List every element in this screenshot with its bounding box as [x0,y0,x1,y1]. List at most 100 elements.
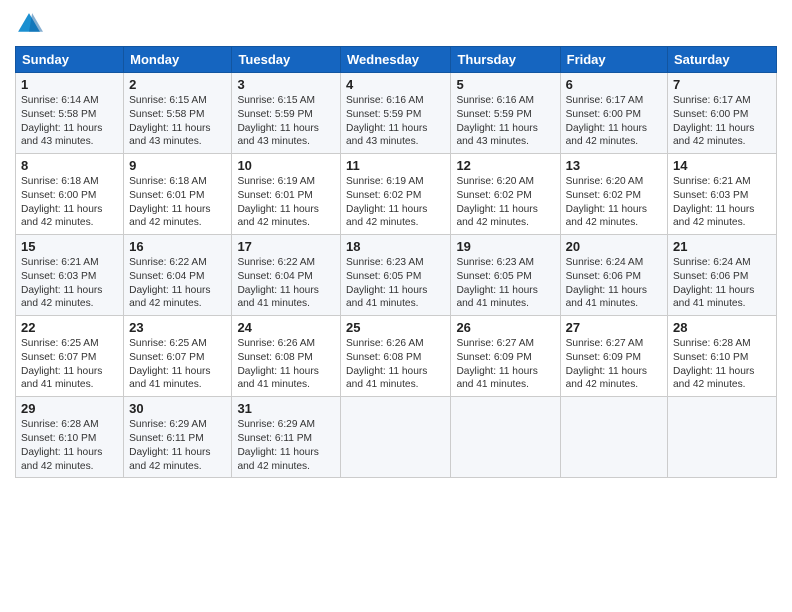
calendar-cell: 3Sunrise: 6:15 AM Sunset: 5:59 PM Daylig… [232,73,341,154]
calendar-cell: 6Sunrise: 6:17 AM Sunset: 6:00 PM Daylig… [560,73,667,154]
day-info: Sunrise: 6:23 AM Sunset: 6:05 PM Dayligh… [346,256,445,311]
weekday-friday: Friday [560,47,667,73]
calendar-cell: 16 Sunrise: 6:22 AM Sunset: 6:04 PM Dayli… [124,235,232,316]
calendar-cell: 11 Sunrise: 6:19 AM Sunset: 6:02 PM Dayli… [341,154,451,235]
calendar-cell: 24Sunrise: 6:26 AM Sunset: 6:08 PM Dayli… [232,316,341,397]
day-number: 12 [456,158,554,173]
weekday-monday: Monday [124,47,232,73]
day-info: Sunrise: 6:22 AM Sunset: 6:04 PM Dayligh… [237,256,335,311]
day-number: 20 [566,239,662,254]
day-info: Sunrise: 6:25 AM Sunset: 6:07 PM Dayligh… [129,337,226,392]
header [15,10,777,38]
day-info: Sunrise: 6:19 AM Sunset: 6:02 PM Dayligh… [346,175,445,230]
day-info: Sunrise: 6:28 AM Sunset: 6:10 PM Dayligh… [21,418,118,473]
day-number: 11 [346,158,445,173]
day-info: Sunrise: 6:17 AM Sunset: 6:00 PM Dayligh… [673,94,771,149]
day-number: 14 [673,158,771,173]
calendar-table: SundayMondayTuesdayWednesdayThursdayFrid… [15,46,777,478]
day-info: Sunrise: 6:26 AM Sunset: 6:08 PM Dayligh… [346,337,445,392]
logo [15,10,45,38]
day-info: Sunrise: 6:15 AM Sunset: 5:59 PM Dayligh… [237,94,335,149]
day-info: Sunrise: 6:24 AM Sunset: 6:06 PM Dayligh… [673,256,771,311]
calendar-cell [451,397,560,478]
calendar-cell: 13Sunrise: 6:20 AM Sunset: 6:02 PM Dayli… [560,154,667,235]
day-info: Sunrise: 6:16 AM Sunset: 5:59 PM Dayligh… [346,94,445,149]
weekday-wednesday: Wednesday [341,47,451,73]
day-number: 18 [346,239,445,254]
calendar-cell: 31Sunrise: 6:29 AM Sunset: 6:11 PM Dayli… [232,397,341,478]
calendar-header: SundayMondayTuesdayWednesdayThursdayFrid… [16,47,777,73]
calendar-cell: 15 Sunrise: 6:21 AM Sunset: 6:03 PM Dayli… [16,235,124,316]
calendar-cell: 17 Sunrise: 6:22 AM Sunset: 6:04 PM Dayli… [232,235,341,316]
day-info: Sunrise: 6:16 AM Sunset: 5:59 PM Dayligh… [456,94,554,149]
day-number: 30 [129,401,226,416]
day-number: 17 [237,239,335,254]
calendar-cell: 28Sunrise: 6:28 AM Sunset: 6:10 PM Dayli… [668,316,777,397]
day-info: Sunrise: 6:18 AM Sunset: 6:00 PM Dayligh… [21,175,118,230]
calendar-cell: 4 Sunrise: 6:16 AM Sunset: 5:59 PM Daylig… [341,73,451,154]
calendar-cell [560,397,667,478]
day-number: 15 [21,239,118,254]
page: SundayMondayTuesdayWednesdayThursdayFrid… [0,0,792,612]
calendar-cell: 7 Sunrise: 6:17 AM Sunset: 6:00 PM Daylig… [668,73,777,154]
calendar-cell: 20 Sunrise: 6:24 AM Sunset: 6:06 PM Dayli… [560,235,667,316]
weekday-sunday: Sunday [16,47,124,73]
calendar-week-2: 8 Sunrise: 6:18 AM Sunset: 6:00 PM Daylig… [16,154,777,235]
day-number: 8 [21,158,118,173]
day-info: Sunrise: 6:14 AM Sunset: 5:58 PM Dayligh… [21,94,118,149]
day-info: Sunrise: 6:21 AM Sunset: 6:03 PM Dayligh… [21,256,118,311]
calendar-cell: 26 Sunrise: 6:27 AM Sunset: 6:09 PM Dayli… [451,316,560,397]
calendar-cell: 5 Sunrise: 6:16 AM Sunset: 5:59 PM Daylig… [451,73,560,154]
day-number: 4 [346,77,445,92]
calendar-week-5: 29 Sunrise: 6:28 AM Sunset: 6:10 PM Dayli… [16,397,777,478]
day-number: 21 [673,239,771,254]
day-info: Sunrise: 6:25 AM Sunset: 6:07 PM Dayligh… [21,337,118,392]
day-number: 13 [566,158,662,173]
logo-icon [15,10,43,38]
calendar-cell: 30Sunrise: 6:29 AM Sunset: 6:11 PM Dayli… [124,397,232,478]
weekday-saturday: Saturday [668,47,777,73]
day-number: 24 [237,320,335,335]
day-info: Sunrise: 6:17 AM Sunset: 6:00 PM Dayligh… [566,94,662,149]
weekday-row: SundayMondayTuesdayWednesdayThursdayFrid… [16,47,777,73]
day-number: 5 [456,77,554,92]
day-info: Sunrise: 6:18 AM Sunset: 6:01 PM Dayligh… [129,175,226,230]
day-info: Sunrise: 6:21 AM Sunset: 6:03 PM Dayligh… [673,175,771,230]
calendar-week-4: 22 Sunrise: 6:25 AM Sunset: 6:07 PM Dayli… [16,316,777,397]
day-number: 29 [21,401,118,416]
day-info: Sunrise: 6:27 AM Sunset: 6:09 PM Dayligh… [456,337,554,392]
day-number: 25 [346,320,445,335]
calendar-cell: 18 Sunrise: 6:23 AM Sunset: 6:05 PM Dayli… [341,235,451,316]
day-number: 10 [237,158,335,173]
day-number: 7 [673,77,771,92]
day-info: Sunrise: 6:24 AM Sunset: 6:06 PM Dayligh… [566,256,662,311]
day-number: 9 [129,158,226,173]
day-info: Sunrise: 6:22 AM Sunset: 6:04 PM Dayligh… [129,256,226,311]
day-number: 2 [129,77,226,92]
calendar-cell: 8 Sunrise: 6:18 AM Sunset: 6:00 PM Daylig… [16,154,124,235]
weekday-thursday: Thursday [451,47,560,73]
day-number: 19 [456,239,554,254]
calendar-cell [341,397,451,478]
calendar-cell: 12 Sunrise: 6:20 AM Sunset: 6:02 PM Dayli… [451,154,560,235]
calendar-cell: 19Sunrise: 6:23 AM Sunset: 6:05 PM Dayli… [451,235,560,316]
calendar-cell: 2Sunrise: 6:15 AM Sunset: 5:58 PM Daylig… [124,73,232,154]
calendar-cell [668,397,777,478]
day-number: 16 [129,239,226,254]
day-number: 23 [129,320,226,335]
calendar-week-3: 15 Sunrise: 6:21 AM Sunset: 6:03 PM Dayli… [16,235,777,316]
day-info: Sunrise: 6:28 AM Sunset: 6:10 PM Dayligh… [673,337,771,392]
day-number: 31 [237,401,335,416]
day-number: 22 [21,320,118,335]
calendar-cell: 21 Sunrise: 6:24 AM Sunset: 6:06 PM Dayli… [668,235,777,316]
day-info: Sunrise: 6:27 AM Sunset: 6:09 PM Dayligh… [566,337,662,392]
day-number: 1 [21,77,118,92]
calendar-cell: 9 Sunrise: 6:18 AM Sunset: 6:01 PM Daylig… [124,154,232,235]
calendar-cell: 10Sunrise: 6:19 AM Sunset: 6:01 PM Dayli… [232,154,341,235]
day-number: 27 [566,320,662,335]
day-info: Sunrise: 6:20 AM Sunset: 6:02 PM Dayligh… [456,175,554,230]
calendar-body: 1 Sunrise: 6:14 AM Sunset: 5:58 PM Daylig… [16,73,777,478]
calendar-week-1: 1 Sunrise: 6:14 AM Sunset: 5:58 PM Daylig… [16,73,777,154]
weekday-tuesday: Tuesday [232,47,341,73]
day-number: 26 [456,320,554,335]
